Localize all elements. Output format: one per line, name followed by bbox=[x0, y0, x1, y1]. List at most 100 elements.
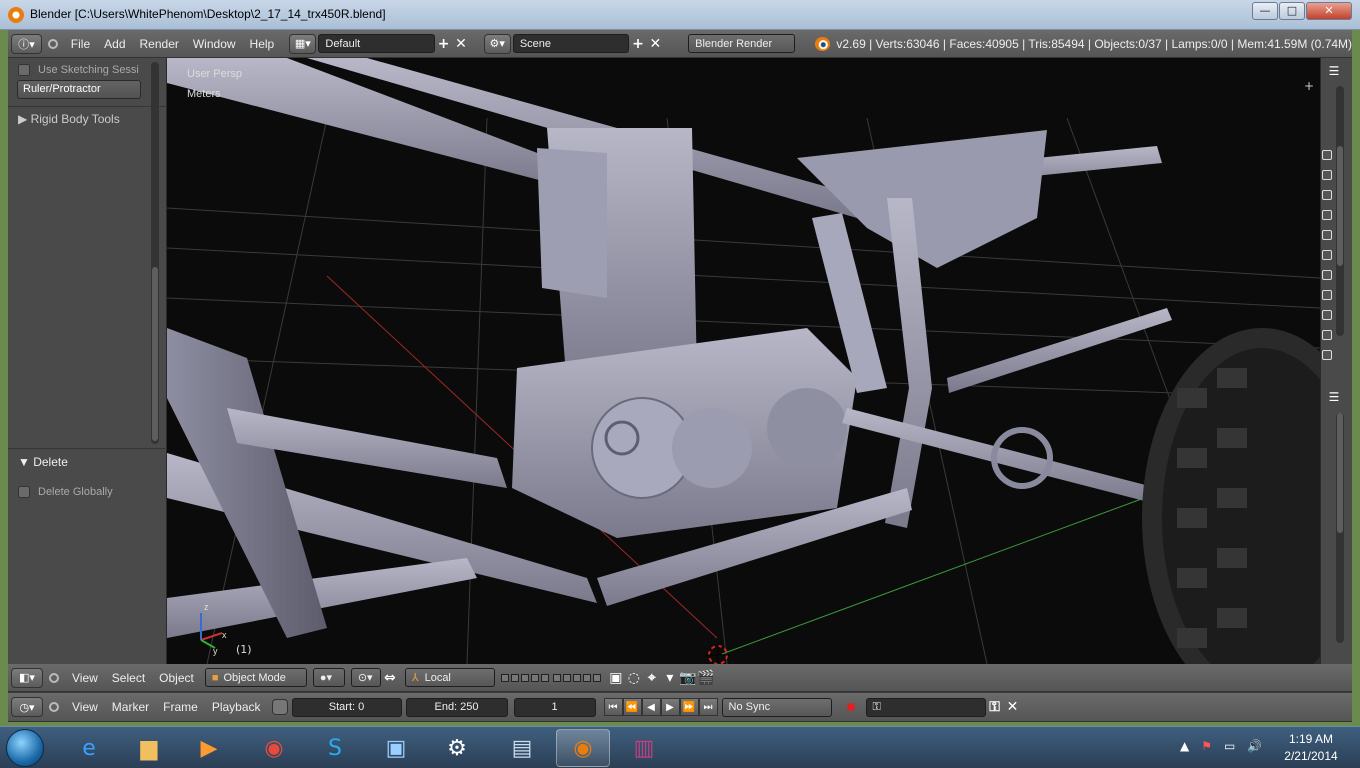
proportional-edit-icon[interactable]: ◌ bbox=[625, 669, 643, 687]
add-region-icon[interactable]: + bbox=[1304, 79, 1314, 93]
layer-button[interactable] bbox=[552, 673, 561, 682]
insert-keyframe-icon[interactable]: ⚿ bbox=[986, 698, 1004, 716]
menu-render[interactable]: Render bbox=[133, 37, 186, 51]
keying-set-field[interactable]: ⚿ bbox=[865, 697, 986, 717]
tool-shelf-scroll-thumb[interactable] bbox=[152, 267, 158, 441]
action-center-icon[interactable]: ⚑ bbox=[1201, 739, 1212, 753]
media-player-icon[interactable]: ▶ bbox=[182, 729, 236, 767]
layer-button[interactable] bbox=[582, 673, 591, 682]
camera-visibility-icon[interactable] bbox=[1322, 350, 1332, 360]
tray-expand-icon[interactable]: ▲ bbox=[1180, 739, 1189, 753]
menu-view[interactable]: View bbox=[65, 700, 105, 714]
collapse-menu-icon[interactable] bbox=[48, 38, 58, 49]
manipulator-toggle-icon[interactable]: ⇔ bbox=[381, 669, 399, 687]
outliner-scroll-thumb[interactable] bbox=[1337, 146, 1343, 266]
remove-layout-icon[interactable]: ✕ bbox=[452, 35, 469, 53]
steam-icon[interactable]: ⚙ bbox=[430, 729, 484, 767]
layer-button[interactable] bbox=[500, 673, 509, 682]
remote-desktop-icon[interactable]: ▤ bbox=[495, 729, 549, 767]
properties-editor-icon[interactable]: ☰ bbox=[1325, 64, 1343, 78]
blender-taskbar-icon[interactable]: ◉ bbox=[556, 729, 610, 767]
jump-start-icon[interactable]: ⏮ bbox=[603, 698, 623, 716]
layer-buttons-1[interactable] bbox=[500, 673, 549, 682]
photo-viewer-icon[interactable]: ▣ bbox=[369, 729, 423, 767]
menu-marker[interactable]: Marker bbox=[105, 700, 156, 714]
use-sketching-checkbox[interactable] bbox=[18, 64, 30, 77]
menu-frame[interactable]: Frame bbox=[156, 700, 205, 714]
snap-element-icon[interactable]: ▾ bbox=[661, 669, 679, 687]
menu-select[interactable]: Select bbox=[105, 671, 152, 685]
transform-orientation-dropdown[interactable]: ⅄ Local bbox=[404, 668, 495, 687]
layer-button[interactable] bbox=[540, 673, 549, 682]
menu-view[interactable]: View bbox=[65, 671, 105, 685]
viewport-shading-dropdown[interactable]: ●▾ bbox=[312, 668, 345, 687]
menu-file[interactable]: File bbox=[64, 37, 97, 51]
render-engine-dropdown[interactable]: Blender Render bbox=[688, 34, 795, 53]
delete-keyframe-icon[interactable]: ✕ bbox=[1004, 698, 1022, 716]
ruler-protractor-button[interactable]: Ruler/Protractor bbox=[17, 80, 141, 99]
layer-button[interactable] bbox=[592, 673, 601, 682]
file-explorer-icon[interactable]: ▆ bbox=[122, 729, 176, 767]
close-button[interactable]: ✕ bbox=[1306, 2, 1352, 20]
render-animation-icon[interactable]: 🎬 bbox=[697, 669, 715, 687]
menu-help[interactable]: Help bbox=[243, 37, 282, 51]
volume-icon[interactable]: 🔊 bbox=[1247, 739, 1262, 753]
3d-viewport[interactable]: z x y + User Persp Meters (1) bbox=[167, 58, 1320, 664]
snap-icon[interactable]: ⌖ bbox=[643, 669, 661, 687]
layer-button[interactable] bbox=[562, 673, 571, 682]
delete-globally-checkbox[interactable] bbox=[18, 486, 30, 499]
skype-icon[interactable]: S bbox=[308, 729, 362, 767]
layer-button[interactable] bbox=[520, 673, 529, 682]
camera-visibility-icon[interactable] bbox=[1322, 230, 1332, 240]
start-frame-field[interactable]: Start: 0 bbox=[291, 697, 402, 717]
scene-name-field[interactable]: Scene bbox=[512, 34, 630, 53]
layout-name-field[interactable]: Default bbox=[318, 34, 435, 53]
render-preview-icon[interactable]: 📷 bbox=[679, 669, 697, 687]
minimize-button[interactable]: — bbox=[1252, 2, 1278, 20]
internet-explorer-icon[interactable]: e bbox=[62, 729, 116, 767]
menu-playback[interactable]: Playback bbox=[205, 700, 268, 714]
camera-visibility-icon[interactable] bbox=[1322, 170, 1332, 180]
menu-add[interactable]: Add bbox=[97, 37, 132, 51]
next-keyframe-icon[interactable]: ⏩ bbox=[679, 698, 699, 716]
rigid-body-tools-panel[interactable]: ▶ Rigid Body Tools bbox=[18, 112, 120, 126]
interaction-mode-dropdown[interactable]: ■ Object Mode bbox=[204, 668, 307, 687]
scene-selector-button[interactable]: ⚙▾ bbox=[483, 33, 511, 54]
delete-globally-option[interactable]: Delete Globally bbox=[18, 486, 113, 499]
collapse-menu-icon[interactable] bbox=[49, 702, 59, 712]
layer-button[interactable] bbox=[510, 673, 519, 682]
camera-visibility-icon[interactable] bbox=[1322, 290, 1332, 300]
winrar-icon[interactable]: ▥ bbox=[617, 729, 671, 767]
camera-visibility-icon[interactable] bbox=[1322, 270, 1332, 280]
camera-visibility-icon[interactable] bbox=[1322, 190, 1332, 200]
use-sketching-option[interactable]: Use Sketching Sessi bbox=[18, 64, 139, 77]
properties-scroll-thumb[interactable] bbox=[1337, 413, 1343, 533]
delete-panel-header[interactable]: ▼ Delete bbox=[18, 455, 68, 469]
add-scene-icon[interactable]: + bbox=[629, 35, 646, 53]
camera-visibility-icon[interactable] bbox=[1322, 330, 1332, 340]
outliner-scrollbar[interactable] bbox=[1336, 86, 1344, 336]
camera-visibility-icon[interactable] bbox=[1322, 150, 1332, 160]
play-icon[interactable]: ▶ bbox=[660, 698, 680, 716]
camera-visibility-icon[interactable] bbox=[1322, 250, 1332, 260]
camera-visibility-icon[interactable] bbox=[1322, 310, 1332, 320]
editor-type-info-button[interactable]: ⓘ▾ bbox=[11, 33, 42, 54]
chrome-icon[interactable]: ◉ bbox=[247, 729, 301, 767]
jump-end-icon[interactable]: ⏭ bbox=[698, 698, 718, 716]
prev-keyframe-icon[interactable]: ⏪ bbox=[622, 698, 642, 716]
pivot-point-dropdown[interactable]: ⊙▾ bbox=[350, 668, 381, 687]
camera-visibility-icon[interactable] bbox=[1322, 210, 1332, 220]
play-reverse-icon[interactable]: ◀ bbox=[641, 698, 661, 716]
record-keyframe-icon[interactable] bbox=[842, 698, 860, 716]
collapse-menu-icon[interactable] bbox=[49, 672, 59, 683]
editor-type-timeline-button[interactable]: ◷▾ bbox=[11, 697, 43, 717]
lock-layers-icon[interactable]: ▣ bbox=[607, 669, 625, 687]
layer-button[interactable] bbox=[530, 673, 539, 682]
layer-button[interactable] bbox=[572, 673, 581, 682]
preview-range-icon[interactable] bbox=[271, 699, 288, 715]
sync-mode-dropdown[interactable]: No Sync bbox=[721, 697, 832, 717]
properties-panel-icon[interactable]: ☰ bbox=[1325, 390, 1343, 404]
menu-window[interactable]: Window bbox=[186, 37, 243, 51]
current-frame-field[interactable]: 1 bbox=[513, 697, 596, 717]
start-button[interactable] bbox=[6, 729, 44, 767]
